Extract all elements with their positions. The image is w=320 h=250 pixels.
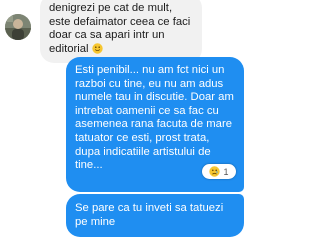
reaction-badge[interactable]: 1 xyxy=(202,164,236,179)
incoming-message[interactable]: denigrezi pe cat de mult, este defaimato… xyxy=(40,0,202,64)
reaction-count: 1 xyxy=(223,166,229,177)
smiling-face-icon xyxy=(92,43,103,54)
avatar-photo-icon xyxy=(5,14,31,40)
outgoing-message[interactable]: Se pare ca tu inveti sa tatuezi pe mine xyxy=(66,194,244,238)
chat-thread: denigrezi pe cat de mult, este defaimato… xyxy=(0,0,250,250)
sad-face-icon xyxy=(209,166,221,177)
outgoing-message-text: Se pare ca tu inveti sa tatuezi pe mine xyxy=(75,202,224,228)
outgoing-message-text: Esti penibil... nu am fct nici un razboi… xyxy=(75,64,234,172)
avatar[interactable] xyxy=(5,14,31,40)
incoming-message-text: denigrezi pe cat de mult, este defaimato… xyxy=(49,2,191,55)
